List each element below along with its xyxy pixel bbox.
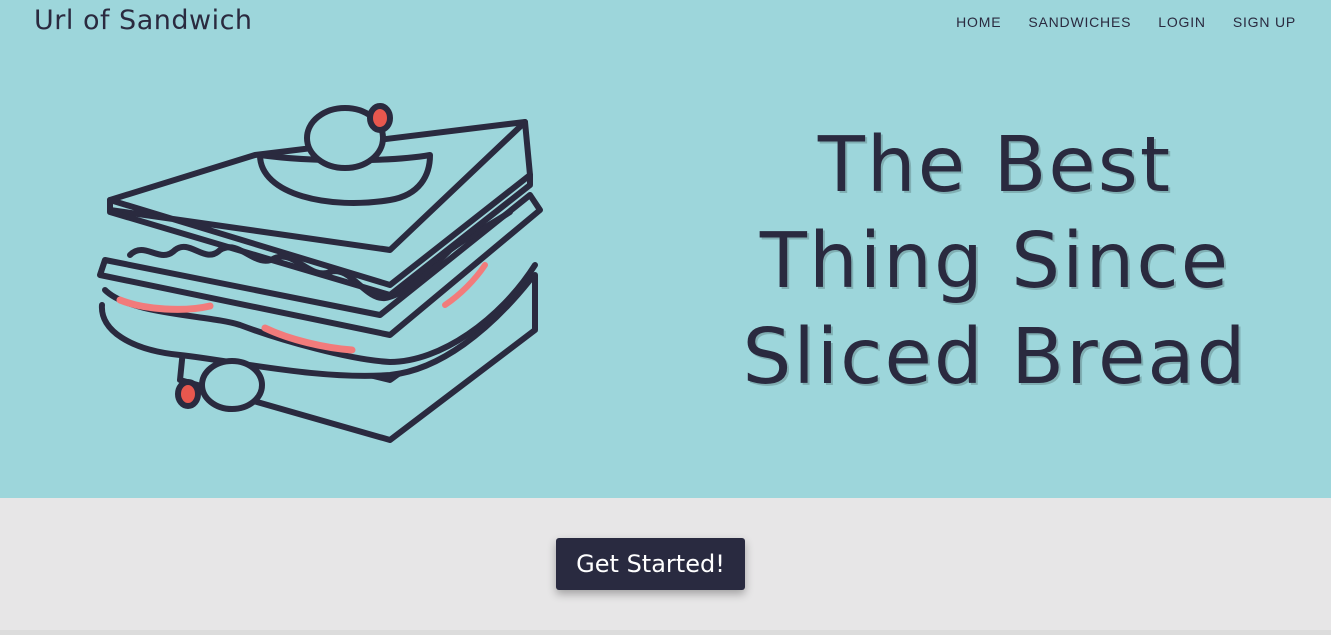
site-brand[interactable]: Url of Sandwich xyxy=(34,5,253,36)
headline-line-2: Thing Since xyxy=(759,217,1231,306)
headline-line-1: The Best xyxy=(817,121,1173,210)
sandwich-illustration xyxy=(97,103,543,443)
nav-sandwiches-link[interactable]: SANDWICHES xyxy=(1028,14,1131,30)
hero-section: Url of Sandwich HOME SANDWICHES LOGIN SI… xyxy=(0,0,1331,498)
hero-headline: The Best Thing Since Sliced Bread xyxy=(700,118,1290,406)
nav-home-link[interactable]: HOME xyxy=(956,14,1001,30)
page-divider xyxy=(0,630,1331,635)
get-started-button[interactable]: Get Started! xyxy=(556,538,745,590)
nav-signup-link[interactable]: SIGN UP xyxy=(1233,14,1296,30)
main-nav: HOME SANDWICHES LOGIN SIGN UP xyxy=(956,14,1296,30)
headline-line-3: Sliced Bread xyxy=(742,313,1248,402)
nav-login-link[interactable]: LOGIN xyxy=(1158,14,1206,30)
